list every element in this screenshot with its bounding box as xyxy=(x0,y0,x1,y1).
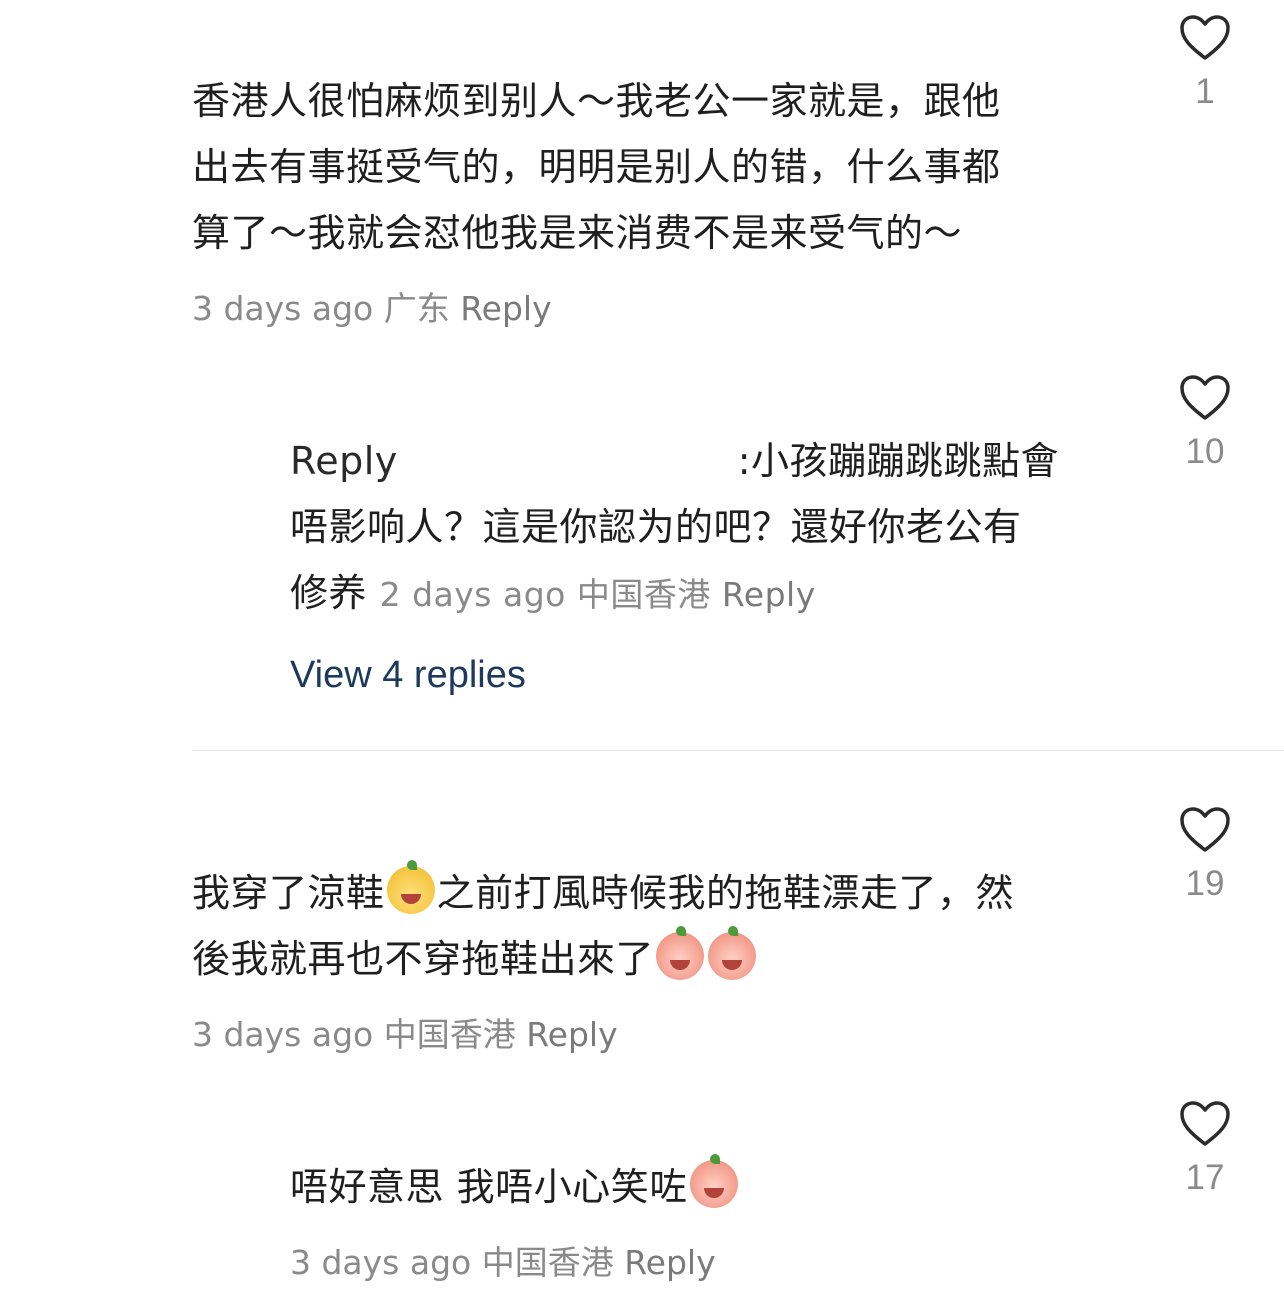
comment-1-text: 香港人很怕麻烦到别人～我老公一家就是，跟他 出去有事挺受气的，明明是别人的错，什… xyxy=(192,68,1112,266)
comment-1-line-1: 香港人很怕麻烦到别人～我老公一家就是，跟他 xyxy=(192,79,1001,123)
comment-4-line-1-text: 唔好意思 我唔小心笑咗 xyxy=(290,1165,688,1209)
comment-3-meta: 3 days ago 中国香港 Reply xyxy=(192,1008,618,1056)
crying-face-emoji-icon xyxy=(656,926,705,980)
comment-2-meta: 2 days ago 中国香港 Reply xyxy=(380,575,816,614)
comment-3-like-count: 19 xyxy=(1185,864,1225,903)
comment-2-reply-prefix: Reply xyxy=(290,439,398,483)
comment-3-like[interactable]: 19 xyxy=(1170,806,1240,904)
heart-outline-icon[interactable] xyxy=(1179,806,1231,854)
comment-4-line-1: 唔好意思 我唔小心笑咗 xyxy=(290,1154,1130,1220)
comment-3-line-2: 後我就再也不穿拖鞋出來了 xyxy=(192,926,1132,992)
comment-2-line-1: Reply :小孩蹦蹦跳跳點會 xyxy=(290,428,1130,494)
comment-1-location: 广东 xyxy=(383,289,450,328)
comment-2-like[interactable]: 10 xyxy=(1170,374,1240,472)
comment-3-reply-button[interactable]: Reply xyxy=(526,1015,617,1054)
comment-1-line-2: 出去有事挺受气的，明明是别人的错，什么事都 xyxy=(192,145,1001,189)
comment-3-line-2-text: 後我就再也不穿拖鞋出來了 xyxy=(192,937,655,981)
comment-2-line-3: 修养 2 days ago 中国香港 Reply xyxy=(290,560,1130,628)
comment-4-like[interactable]: 17 xyxy=(1170,1100,1240,1198)
comment-1-line-3: 算了～我就会怼他我是来消费不是来受气的～ xyxy=(192,211,963,255)
heart-outline-icon[interactable] xyxy=(1179,14,1231,62)
comment-1-like[interactable]: 1 xyxy=(1170,14,1240,112)
comment-3-time: 3 days ago xyxy=(192,1015,374,1054)
smiling-face-emoji-icon xyxy=(386,860,435,914)
comment-2-line-3-text: 修养 xyxy=(290,571,368,615)
comment-4-like-count: 17 xyxy=(1185,1158,1225,1197)
comment-3-line-1: 我穿了涼鞋 之前打風時候我的拖鞋漂走了，然 xyxy=(192,860,1132,926)
comment-2-line-2: 唔影响人？這是你認为的吧？還好你老公有 xyxy=(290,505,1022,549)
comment-4-reply-button[interactable]: Reply xyxy=(624,1243,715,1282)
comment-3-location: 中国香港 xyxy=(383,1015,516,1054)
comment-2-text: Reply :小孩蹦蹦跳跳點會 唔影响人？這是你認为的吧？還好你老公有 修养 2 … xyxy=(290,428,1130,628)
comment-2-reply-button[interactable]: Reply xyxy=(722,575,816,614)
comment-2-line-1-text: :小孩蹦蹦跳跳點會 xyxy=(737,439,1060,483)
view-replies-link[interactable]: View 4 replies xyxy=(290,654,526,697)
comment-3-line-1a: 我穿了涼鞋 xyxy=(192,871,385,915)
crying-face-emoji-icon xyxy=(708,926,757,980)
comment-4-time: 3 days ago xyxy=(290,1243,472,1282)
divider xyxy=(192,750,1284,751)
heart-outline-icon[interactable] xyxy=(1179,374,1231,422)
comment-1-time: 3 days ago xyxy=(192,289,374,328)
comment-3-text: 我穿了涼鞋 之前打風時候我的拖鞋漂走了，然 後我就再也不穿拖鞋出來了 xyxy=(192,860,1132,992)
comment-1-meta: 3 days ago 广东 Reply xyxy=(192,282,552,330)
comment-2-location: 中国香港 xyxy=(576,575,711,614)
comment-4-location: 中国香港 xyxy=(481,1243,614,1282)
comment-1-reply-button[interactable]: Reply xyxy=(460,289,551,328)
comment-3-line-1b: 之前打風時候我的拖鞋漂走了，然 xyxy=(436,871,1015,915)
laughing-crying-emoji-icon xyxy=(689,1154,738,1208)
comment-2-like-count: 10 xyxy=(1185,432,1225,471)
heart-outline-icon[interactable] xyxy=(1179,1100,1231,1148)
comment-4-meta: 3 days ago 中国香港 Reply xyxy=(290,1236,716,1284)
comment-4-text: 唔好意思 我唔小心笑咗 xyxy=(290,1154,1130,1220)
comment-1-like-count: 1 xyxy=(1195,72,1215,111)
comment-2-time: 2 days ago xyxy=(379,575,566,614)
